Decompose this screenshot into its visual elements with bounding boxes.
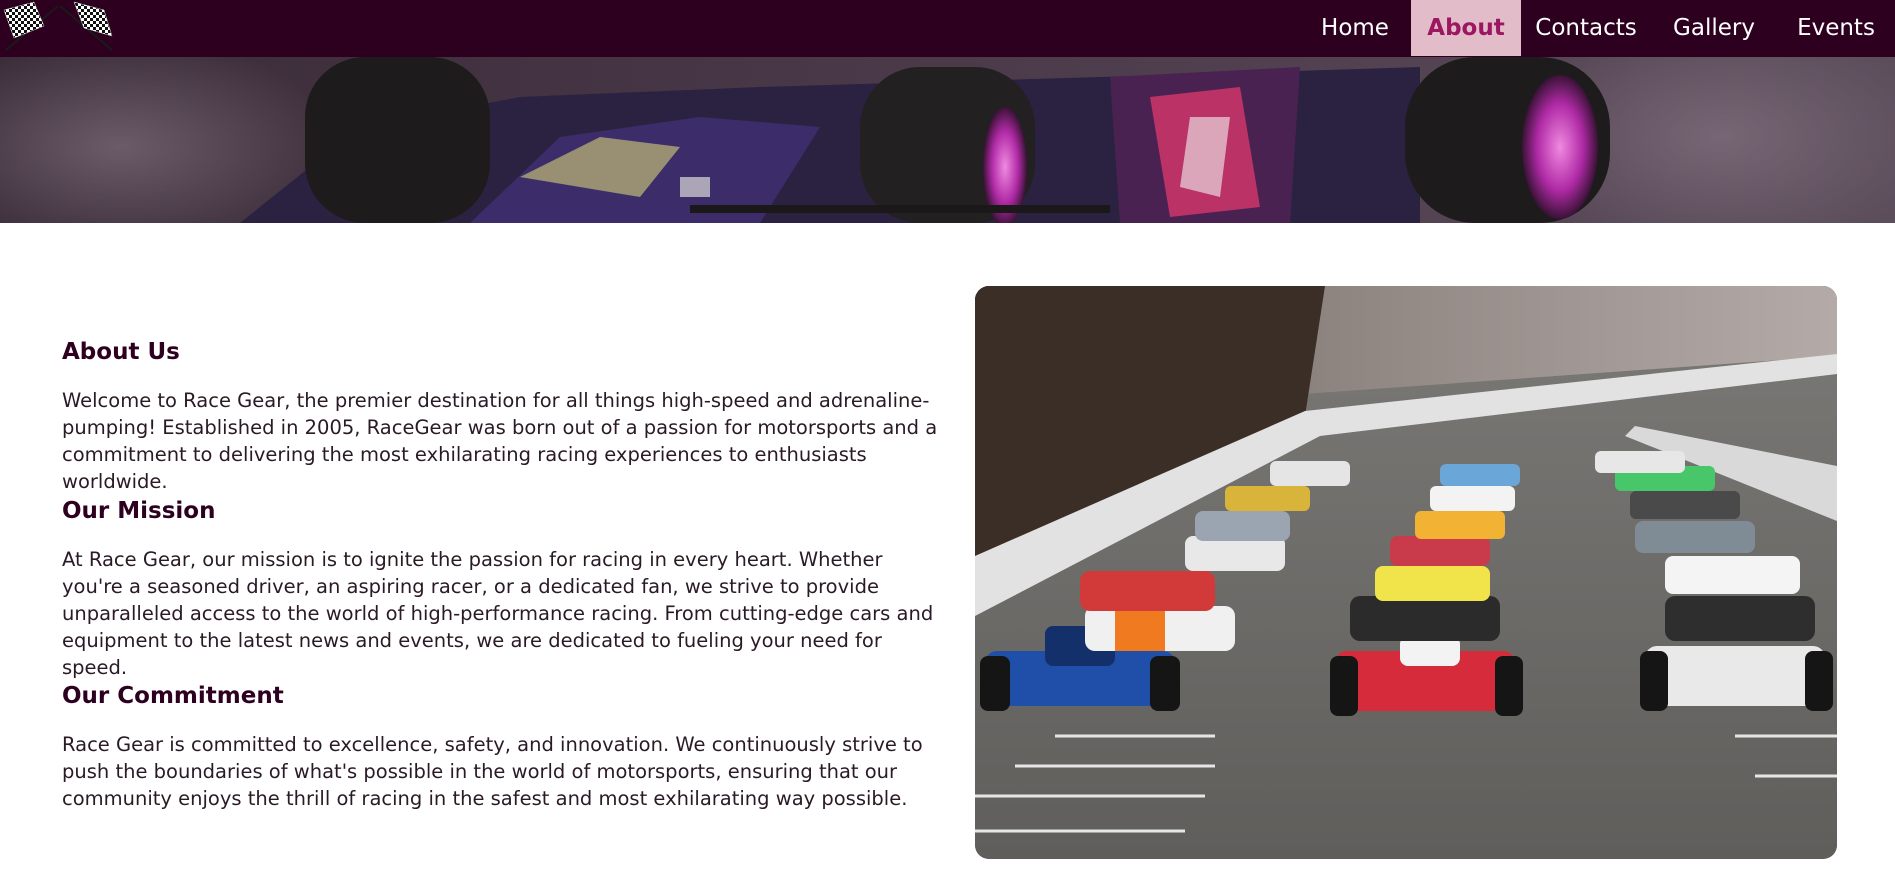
- about-us-text: Welcome to Race Gear, the premier destin…: [62, 389, 938, 493]
- nav-contacts[interactable]: Contacts: [1521, 0, 1651, 56]
- checkered-flags-icon[interactable]: [0, 0, 120, 52]
- mission-section: Our Mission At Race Gear, our mission is…: [62, 496, 942, 681]
- about-us-heading: About Us: [62, 339, 180, 365]
- commitment-text: Race Gear is committed to excellence, sa…: [62, 733, 923, 810]
- main-nav: Home About Contacts Gallery Events: [1299, 0, 1895, 56]
- about-us-section: About Us Welcome to Race Gear, the premi…: [62, 337, 942, 495]
- nav-gallery[interactable]: Gallery: [1651, 0, 1777, 56]
- nav-about[interactable]: About: [1411, 0, 1521, 56]
- nav-home[interactable]: Home: [1299, 0, 1411, 56]
- top-navbar: Home About Contacts Gallery Events: [0, 0, 1895, 57]
- race-start-photo: [975, 286, 1837, 859]
- mission-text: At Race Gear, our mission is to ignite t…: [62, 548, 934, 679]
- mission-heading: Our Mission: [62, 498, 216, 524]
- commitment-section: Our Commitment Race Gear is committed to…: [62, 681, 942, 812]
- commitment-heading: Our Commitment: [62, 683, 284, 709]
- nav-events[interactable]: Events: [1777, 0, 1895, 56]
- hero-banner-image: [0, 57, 1895, 223]
